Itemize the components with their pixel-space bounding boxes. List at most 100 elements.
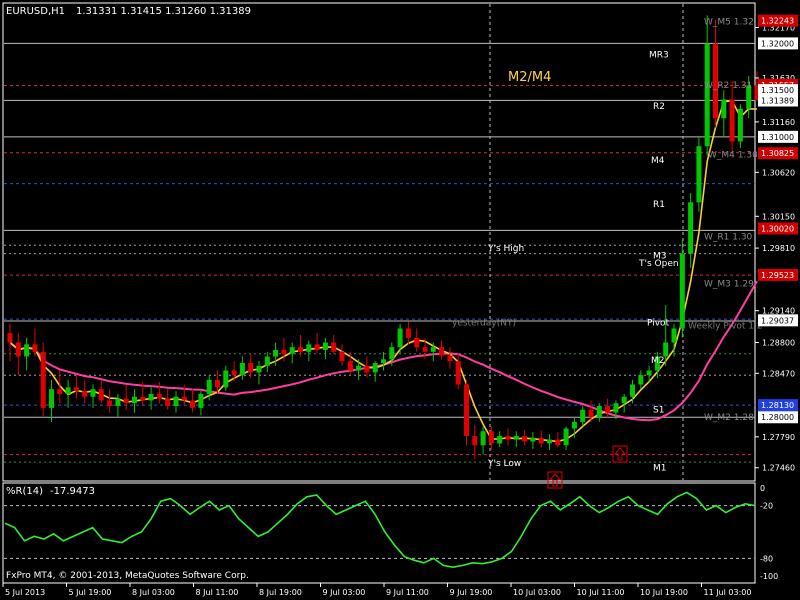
candle-body xyxy=(381,359,386,364)
indicator-last-value: -17.9473 xyxy=(50,486,95,497)
candle-body xyxy=(339,351,345,362)
candle-body xyxy=(15,342,21,357)
candle-body xyxy=(49,389,54,408)
candle-body xyxy=(165,398,171,407)
candle-body xyxy=(256,365,262,373)
candle-body xyxy=(671,328,677,343)
candle-body xyxy=(422,347,428,352)
price-label: 1.32000 xyxy=(761,39,794,48)
y-axis-label: 1.27790 xyxy=(762,433,795,442)
candle-body xyxy=(173,396,179,407)
symbol-header: EURUSD,H1 xyxy=(6,6,65,17)
candle-body xyxy=(248,363,254,373)
pivot-label: M2 xyxy=(651,356,665,366)
pivot-label: Weekly Pivot 1.2 xyxy=(688,321,763,331)
candle-body xyxy=(480,431,486,446)
candle-body xyxy=(530,437,536,442)
trading-chart[interactable]: MR3R2M4R1M3T's OpenPivotM2S1M1Y's HighY'… xyxy=(0,0,800,600)
candle-body xyxy=(696,146,702,203)
candle-body xyxy=(397,328,403,348)
price-label: 1.28000 xyxy=(761,413,794,422)
price-label: 1.29037 xyxy=(761,316,794,325)
candle-body xyxy=(737,108,743,142)
candle-body xyxy=(98,389,104,401)
x-axis-label: 10 Jul 11:00 xyxy=(577,588,625,597)
x-axis-label: 8 Jul 03:00 xyxy=(132,588,175,597)
candle-body xyxy=(704,43,710,147)
candle-body xyxy=(289,347,295,354)
candle-body xyxy=(447,355,453,362)
price-label: 1.30825 xyxy=(761,149,794,158)
candle-body xyxy=(613,403,619,413)
x-axis-label: 11 Jul 03:00 xyxy=(704,588,752,597)
candle-body xyxy=(40,351,46,408)
x-axis-label: 8 Jul 19:00 xyxy=(259,588,302,597)
candle-body xyxy=(24,344,30,357)
candle-body xyxy=(57,389,63,394)
candle-body xyxy=(405,328,411,338)
candle-body xyxy=(231,370,237,376)
x-axis-label: 9 Jul 11:00 xyxy=(386,588,429,597)
candle-body xyxy=(430,347,436,352)
price-label: 1.28130 xyxy=(761,401,794,410)
candle-body xyxy=(190,400,196,408)
candle-body xyxy=(555,439,561,446)
y-axis-label: 1.28470 xyxy=(762,369,795,378)
candle-body xyxy=(331,342,337,352)
candle-body xyxy=(223,370,229,388)
x-axis-label: 5 Jul 2013 xyxy=(5,588,45,597)
candle-body xyxy=(472,435,478,446)
indicator-header: %R(14) xyxy=(6,486,43,497)
pivot-label: W_M3 1.29 xyxy=(704,279,754,289)
indicator-axis-label: -20 xyxy=(760,502,773,511)
candle-body xyxy=(580,409,586,422)
price-label: 1.31000 xyxy=(761,133,794,142)
candle-body xyxy=(646,370,652,376)
candle-body xyxy=(298,347,303,352)
candle-body xyxy=(588,409,594,418)
y-axis-label: 1.30620 xyxy=(762,168,795,177)
candle-body xyxy=(621,396,627,404)
candle-body xyxy=(364,365,370,373)
candle-body xyxy=(314,344,320,350)
candle-body xyxy=(140,396,146,401)
y-axis-label: 1.31160 xyxy=(762,118,795,127)
candle-body xyxy=(239,363,245,376)
candle-body xyxy=(414,337,420,348)
candle-body xyxy=(206,379,212,394)
price-label: 1.30020 xyxy=(761,224,794,233)
pivot-label: R1 xyxy=(653,200,665,210)
candle-body xyxy=(347,361,353,371)
price-label: 1.29523 xyxy=(761,271,794,280)
indicator-axis-label: 0 xyxy=(760,484,765,493)
pivot-label: W_R2 1.31 xyxy=(704,81,752,91)
x-axis-label: 10 Jul 03:00 xyxy=(513,588,561,597)
candle-body xyxy=(281,349,287,354)
candle-body xyxy=(721,99,727,119)
pivot-label: W_M2 1.28 xyxy=(704,413,754,423)
candle-body xyxy=(215,379,220,388)
candle-body xyxy=(513,435,519,440)
candle-body xyxy=(389,347,395,360)
candle-body xyxy=(497,435,503,444)
pivot-label: Pivot xyxy=(647,319,670,329)
pivot-label: S1 xyxy=(653,406,664,416)
x-axis-label: 9 Jul 19:00 xyxy=(450,588,493,597)
candle-body xyxy=(688,202,694,254)
candle-body xyxy=(505,435,511,440)
ohlc-header: 1.31331 1.31415 1.31260 1.31389 xyxy=(76,6,251,17)
pivot-label: M1 xyxy=(653,464,667,474)
candle-body xyxy=(538,437,544,444)
pivot-label: R2 xyxy=(653,102,665,112)
candle-body xyxy=(488,431,494,444)
candle-body xyxy=(273,349,279,357)
candle-body xyxy=(630,384,635,397)
pivot-label: T's Open xyxy=(638,259,679,269)
candle-body xyxy=(73,387,79,392)
candle-body xyxy=(439,347,445,356)
candle-body xyxy=(547,439,552,444)
price-label: 1.31500 xyxy=(761,86,794,95)
pivot-label: yesterday(NY) xyxy=(452,319,516,329)
indicator-axis-label: -80 xyxy=(760,554,773,563)
candle-body xyxy=(156,393,162,399)
